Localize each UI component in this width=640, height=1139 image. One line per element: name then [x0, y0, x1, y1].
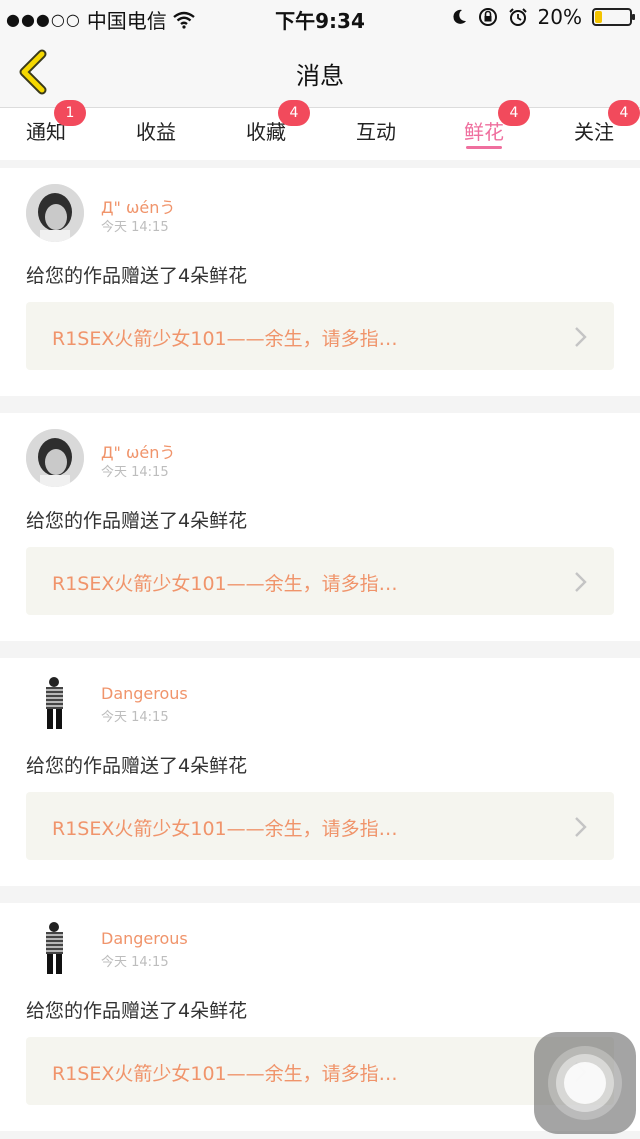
message-card: Д" ωénう 今天 14:15 给您的作品赠送了4朵鲜花 R1SEX火箭少女1…: [0, 413, 640, 641]
nav-bar: 消息: [0, 36, 640, 108]
message-text: 给您的作品赠送了4朵鲜花: [26, 510, 248, 532]
message-text: 给您的作品赠送了4朵鲜花: [26, 755, 248, 777]
avatar[interactable]: [26, 919, 84, 977]
alarm-clock-icon: [508, 8, 527, 26]
tab-badge: 1: [54, 100, 86, 126]
rotation-lock-icon: [478, 8, 497, 26]
status-bar: ●●●○○ 中国电信 下午9:34 20%: [0, 0, 640, 36]
tab-label: 收益: [136, 120, 176, 144]
user-name[interactable]: Dangerous: [101, 929, 188, 948]
tab-favorites[interactable]: 收藏 4: [216, 100, 316, 160]
status-right: 20%: [450, 5, 635, 29]
tab-badge: 4: [608, 100, 640, 126]
tab-earnings[interactable]: 收益: [106, 108, 206, 160]
tab-flowers[interactable]: 鲜花 4: [434, 100, 534, 160]
chevron-right-icon: [575, 327, 587, 347]
timestamp: 今天 14:15: [101, 955, 169, 970]
user-name[interactable]: Д" ωénう: [101, 194, 175, 218]
message-card: Dangerous 今天 14:15 给您的作品赠送了4朵鲜花 R1SEX火箭少…: [0, 658, 640, 886]
work-link[interactable]: R1SEX火箭少女101——余生，请多指…: [26, 302, 614, 370]
message-text: 给您的作品赠送了4朵鲜花: [26, 265, 248, 287]
work-link[interactable]: R1SEX火箭少女101——余生，请多指…: [26, 547, 614, 615]
chevron-right-icon: [575, 817, 587, 837]
chevron-right-icon: [575, 572, 587, 592]
figure-avatar-icon: [26, 919, 84, 977]
user-name[interactable]: Dangerous: [101, 684, 188, 703]
work-title: R1SEX火箭少女101——余生，请多指…: [52, 1063, 398, 1085]
avatar[interactable]: [26, 674, 84, 732]
tab-label: 互动: [356, 120, 396, 144]
battery-icon: [592, 8, 635, 26]
timestamp: 今天 14:15: [101, 220, 169, 235]
message-card: Д" ωénう 今天 14:15 给您的作品赠送了4朵鲜花 R1SEX火箭少女1…: [0, 168, 640, 396]
timestamp: 今天 14:15: [101, 465, 169, 480]
figure-avatar-icon: [26, 674, 84, 732]
page-title: 消息: [296, 62, 344, 90]
assistive-touch-button[interactable]: [534, 1032, 636, 1134]
tab-interactions[interactable]: 互动: [326, 108, 426, 160]
tab-notifications[interactable]: 通知 1: [0, 100, 96, 160]
tab-following[interactable]: 关注 4: [544, 100, 640, 160]
avatar[interactable]: [26, 429, 84, 487]
battery-level-fill: [595, 11, 602, 23]
avatar[interactable]: [26, 184, 84, 242]
moon-icon: [452, 9, 466, 24]
tab-badge: 4: [498, 100, 530, 126]
tab-bar: 通知 1 收益 收藏 4 互动 鲜花 4 关注 4: [0, 100, 640, 160]
tab-badge: 4: [278, 100, 310, 126]
portrait-avatar-icon: [26, 184, 84, 242]
assistive-ring: [564, 1062, 606, 1104]
message-text: 给您的作品赠送了4朵鲜花: [26, 1000, 248, 1022]
portrait-avatar-icon: [26, 429, 84, 487]
work-link[interactable]: R1SEX火箭少女101——余生，请多指…: [26, 792, 614, 860]
battery-percent: 20%: [537, 5, 582, 29]
timestamp: 今天 14:15: [101, 710, 169, 725]
work-title: R1SEX火箭少女101——余生，请多指…: [52, 328, 398, 350]
work-title: R1SEX火箭少女101——余生，请多指…: [52, 573, 398, 595]
active-tab-indicator: [466, 146, 502, 149]
work-link[interactable]: R1SEX火箭少女101——余生，请多指…: [26, 1037, 614, 1105]
user-name[interactable]: Д" ωénう: [101, 439, 175, 463]
work-title: R1SEX火箭少女101——余生，请多指…: [52, 818, 398, 840]
